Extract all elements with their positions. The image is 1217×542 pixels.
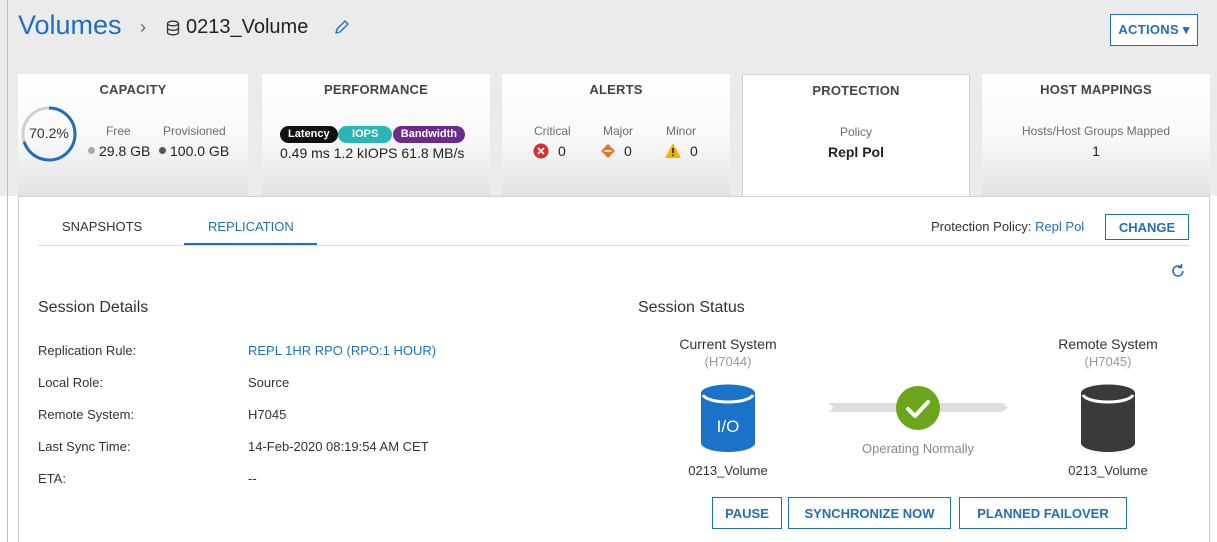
host-mappings-value: 1 [1092, 143, 1100, 159]
replication-panel [18, 196, 1210, 542]
policy-label: Policy [839, 125, 872, 139]
protection-policy-label: Protection Policy: [931, 219, 1032, 234]
critical-label: Critical [534, 124, 571, 138]
replication-rule-link[interactable]: REPL 1HR RPO (RPO:1 HOUR) [248, 343, 436, 358]
host-mappings-label: Hosts/Host Groups Mapped [1021, 124, 1171, 138]
host-mappings-card[interactable]: HOST MAPPINGS Hosts/Host Groups Mapped 1 [982, 74, 1210, 196]
major-icon [600, 143, 616, 164]
page-left-border [7, 0, 8, 542]
critical-icon [533, 143, 549, 164]
major-count: 0 [624, 143, 632, 159]
provisioned-label: Provisioned [163, 124, 226, 138]
performance-values: 0.49 ms 1.2 kIOPS 61.8 MB/s [280, 145, 465, 161]
protection-title: PROTECTION [812, 83, 900, 98]
free-dot [88, 147, 95, 154]
remote-system-id: (H7045) [1084, 354, 1132, 369]
alerts-card[interactable]: ALERTS Critical Major Minor 0 0 0 [502, 74, 730, 196]
volume-icon [166, 20, 180, 41]
alerts-title: ALERTS [589, 82, 643, 97]
pencil-icon[interactable] [334, 19, 350, 40]
capacity-percent: 70.2% [29, 125, 69, 141]
metric-badges: Latency IOPS Bandwidth [280, 124, 465, 143]
pause-button[interactable]: PAUSE [712, 497, 782, 529]
breadcrumb-separator: › [140, 17, 146, 37]
remote-system-title: Remote System [1058, 336, 1158, 352]
free-label: Free [106, 124, 131, 138]
synchronize-now-button[interactable]: SYNCHRONIZE NOW [788, 497, 951, 529]
iops-badge[interactable]: IOPS [338, 126, 393, 143]
capacity-card[interactable]: CAPACITY 70.2% Free Provisioned 29.8 GB … [18, 74, 248, 196]
tab-replication[interactable]: REPLICATION [208, 219, 294, 234]
capacity-title: CAPACITY [99, 82, 167, 97]
session-status-title: Session Status [638, 299, 745, 316]
major-label: Major [603, 124, 634, 138]
current-system-id: (H7044) [704, 354, 752, 369]
remote-volume-name: 0213_Volume [1068, 463, 1148, 478]
provisioned-dot [159, 147, 166, 154]
current-volume-name: 0213_Volume [688, 463, 768, 478]
session-status-text: Operating Normally [862, 441, 974, 456]
planned-failover-button[interactable]: PLANNED FAILOVER [959, 497, 1127, 529]
header-bar [0, 0, 1217, 62]
tab-snapshots[interactable]: SNAPSHOTS [62, 219, 142, 234]
current-system-title: Current System [679, 336, 777, 352]
refresh-icon[interactable] [1170, 263, 1186, 284]
remote-system-value: H7045 [248, 407, 287, 422]
provisioned-value: 100.0 GB [170, 143, 230, 159]
breadcrumb-volumes-link[interactable]: Volumes [18, 10, 122, 41]
minor-icon [664, 142, 682, 164]
performance-title: PERFORMANCE [323, 82, 429, 97]
host-mappings-title: HOST MAPPINGS [1040, 82, 1152, 97]
local-role-value: Source [248, 375, 290, 390]
minor-count: 0 [690, 143, 698, 159]
critical-count: 0 [558, 143, 566, 159]
tab-divider [38, 245, 1190, 246]
last-sync-time-label: Last Sync Time: [38, 439, 131, 454]
last-sync-time-value: 14-Feb-2020 08:19:54 AM CET [248, 439, 429, 454]
local-role-label: Local Role: [38, 375, 104, 390]
minor-label: Minor [666, 124, 697, 138]
change-policy-button[interactable]: CHANGE [1105, 214, 1189, 240]
page-title: 0213_Volume [186, 16, 309, 38]
latency-badge[interactable]: Latency [280, 126, 338, 143]
replication-rule-label: Replication Rule: [38, 343, 137, 358]
free-value: 29.8 GB [99, 143, 151, 159]
actions-button[interactable]: ACTIONS ▾ [1110, 14, 1198, 46]
policy-value: Repl Pol [827, 144, 884, 160]
tab-active-indicator [184, 243, 317, 245]
protection-card[interactable]: PROTECTION Policy Repl Pol [742, 74, 970, 198]
protection-policy-info: Protection Policy: Repl Pol [931, 219, 1084, 234]
eta-value: -- [248, 471, 257, 486]
eta-label: ETA: [38, 471, 66, 486]
remote-system-label: Remote System: [38, 407, 135, 422]
remote-database-icon [1081, 384, 1135, 452]
performance-card[interactable]: PERFORMANCE Latency IOPS Bandwidth 0.49 … [262, 74, 490, 196]
bandwidth-badge[interactable]: Bandwidth [392, 126, 465, 143]
check-circle-icon [896, 386, 940, 430]
session-details-title: Session Details [38, 299, 149, 316]
io-label: I/O [716, 417, 740, 436]
protection-policy-link[interactable]: Repl Pol [1035, 219, 1084, 234]
